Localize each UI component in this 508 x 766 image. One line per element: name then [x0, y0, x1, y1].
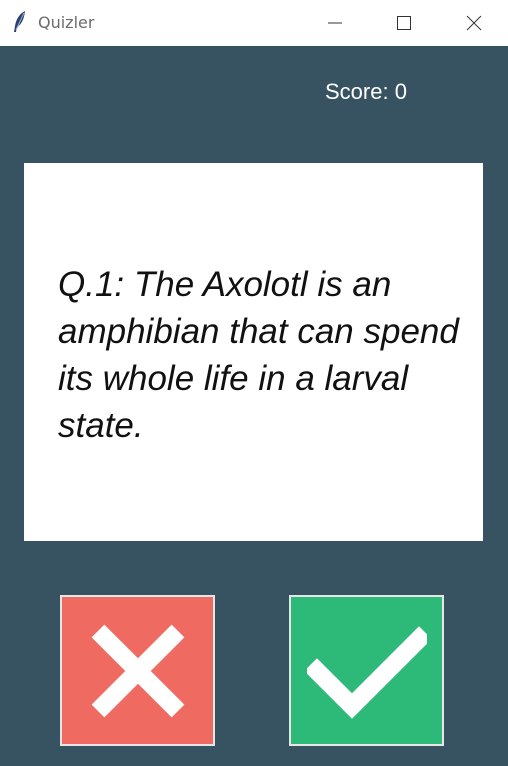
maximize-button[interactable]	[381, 0, 427, 46]
feather-icon	[14, 11, 25, 32]
maximize-icon	[397, 16, 411, 30]
question-text: Q.1: The Axolotl is an amphibian that ca…	[58, 265, 459, 445]
score-label: Score: 0	[325, 79, 407, 104]
question-card: Q.1: The Axolotl is an amphibian that ca…	[24, 163, 483, 541]
quiz-window-body: Score: 0 Q.1: The Axolotl is an amphibia…	[0, 46, 508, 766]
true-button[interactable]	[289, 595, 444, 746]
close-icon	[466, 15, 482, 31]
cross-icon	[91, 624, 184, 717]
minimize-button[interactable]	[312, 0, 358, 46]
window-title: Quizler	[38, 13, 95, 32]
minimize-icon	[328, 22, 342, 24]
close-button[interactable]	[451, 0, 497, 46]
title-bar: Quizler	[0, 0, 508, 46]
check-icon	[306, 625, 427, 719]
false-button[interactable]	[60, 595, 215, 746]
